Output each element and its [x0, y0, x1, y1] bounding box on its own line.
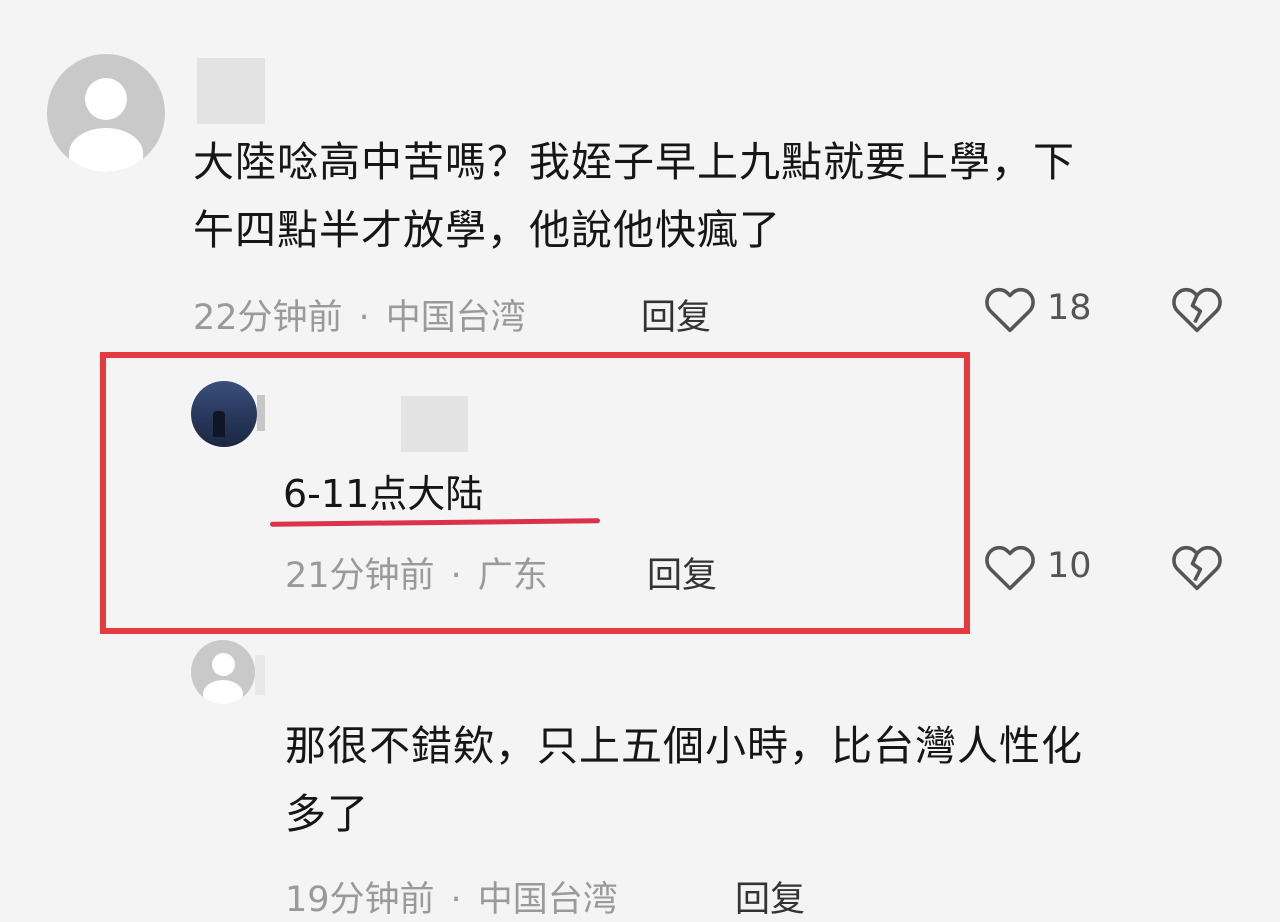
comment-text: 大陸唸高中苦嗎？我姪子早上九點就要上學，下 午四點半才放學，他說他快瘋了	[193, 128, 1253, 264]
reply-button[interactable]: 回复	[641, 289, 711, 340]
comment-meta: 21分钟前 · 广东	[285, 547, 548, 598]
meta-separator: ·	[450, 880, 462, 920]
like-count: 18	[1047, 288, 1092, 328]
reply-button[interactable]: 回复	[647, 547, 717, 598]
meta-separator: ·	[358, 298, 370, 338]
comment-text-line: 大陸唸高中苦嗎？我姪子早上九點就要上學，下	[193, 138, 1075, 186]
username-blurred	[257, 395, 265, 431]
comment-text-line: 午四點半才放學，他說他快瘋了	[193, 206, 781, 254]
like-count: 10	[1047, 546, 1092, 586]
username-blurred	[401, 396, 468, 452]
comment-text-line: 那很不錯欸，只上五個小時，比台灣人性化	[285, 722, 1083, 770]
comment-time: 22分钟前	[193, 298, 343, 338]
reply-button[interactable]: 回复	[735, 871, 805, 922]
broken-heart-icon[interactable]	[1170, 542, 1224, 592]
heart-outline-icon	[985, 545, 1035, 591]
comment-location: 中国台湾	[477, 880, 618, 920]
broken-heart-icon[interactable]	[1170, 284, 1224, 334]
like-button[interactable]: 10	[983, 542, 1103, 594]
comment-location: 广东	[477, 556, 548, 596]
avatar[interactable]	[191, 640, 255, 704]
comment-location: 中国台湾	[385, 298, 526, 338]
avatar[interactable]	[47, 54, 165, 172]
username-blurred	[255, 655, 265, 695]
like-button[interactable]: 18	[983, 284, 1103, 336]
comment-time: 19分钟前	[285, 880, 435, 920]
comment-time: 21分钟前	[285, 556, 435, 596]
comment-meta: 22分钟前 · 中国台湾	[193, 289, 526, 340]
comment-meta: 19分钟前 · 中国台湾	[285, 871, 618, 922]
comment-text: 那很不錯欸，只上五個小時，比台灣人性化 多了	[285, 712, 1245, 848]
avatar[interactable]	[191, 381, 257, 447]
meta-separator: ·	[450, 556, 462, 596]
reply-text: 6-11点大陆	[283, 472, 484, 516]
username-blurred	[197, 58, 265, 124]
heart-outline-icon	[985, 287, 1035, 333]
comment-text-line: 多了	[285, 790, 369, 838]
